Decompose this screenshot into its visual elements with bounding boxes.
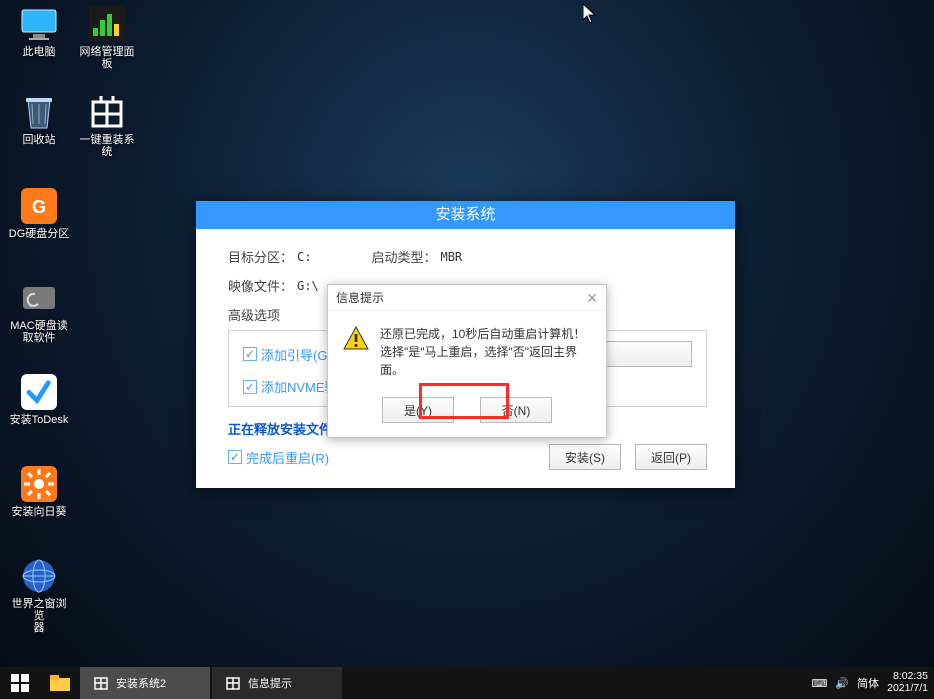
target-value: C: [297, 250, 311, 264]
icon-label: 世界之窗浏览 器 [8, 598, 70, 634]
taskbar-task-install[interactable]: 安装系统2 [80, 667, 210, 699]
globe-icon [19, 556, 59, 596]
desktop-icon-one-key[interactable]: 一键重装系统 [76, 92, 138, 158]
checkbox-restart-label: 完成后重启(R) [246, 448, 329, 467]
image-label: 映像文件： [228, 276, 293, 295]
hdd-icon [19, 278, 59, 318]
checkbox-add-boot[interactable]: ✓ [243, 347, 257, 361]
desktop-icon-this-pc[interactable]: 此电脑 [8, 4, 70, 58]
chart-icon [87, 4, 127, 44]
icon-label: 此电脑 [23, 46, 56, 58]
icon-label: 一键重装系统 [76, 134, 138, 158]
dialog-title: 信息提示 [336, 285, 384, 311]
image-value: G:\ [297, 279, 319, 293]
taskbar-pinned-explorer[interactable] [40, 667, 80, 699]
system-tray: ⌨ 🔊 简体 8:02:35 2021/7/1 [812, 671, 934, 694]
no-button[interactable]: 否(N) [480, 397, 552, 423]
warning-icon [342, 325, 370, 353]
task-label: 信息提示 [248, 675, 292, 691]
desktop-icon-recycle-bin[interactable]: 回收站 [8, 92, 70, 146]
checkbox-nvme[interactable]: ✓ [243, 380, 257, 394]
svg-text:G: G [32, 197, 46, 217]
icon-label: 回收站 [23, 134, 56, 146]
clock[interactable]: 8:02:35 2021/7/1 [887, 671, 928, 694]
target-label: 目标分区： [228, 247, 293, 266]
ime-keyboard-icon[interactable]: ⌨ [812, 677, 828, 690]
taskbar-task-dialog[interactable]: 信息提示 [212, 667, 342, 699]
volume-icon[interactable]: 🔊 [835, 677, 849, 690]
desktop-icon-mac-hd[interactable]: MAC硬盘读 取软件 [8, 278, 70, 344]
box-icon [87, 92, 127, 132]
yes-button[interactable]: 是(Y) [382, 397, 454, 423]
mouse-cursor [583, 4, 597, 29]
sunflower-icon [19, 464, 59, 504]
close-icon[interactable]: ✕ [586, 285, 598, 311]
task-label: 安装系统2 [116, 675, 166, 691]
monitor-icon [19, 4, 59, 44]
taskbar: 安装系统2 信息提示 ⌨ 🔊 简体 8:02:35 2021/7/1 [0, 667, 934, 699]
icon-label: 安装向日葵 [12, 506, 67, 518]
install-button[interactable]: 安装(S) [549, 444, 621, 470]
window-title: 安装系统 [196, 201, 735, 229]
back-button[interactable]: 返回(P) [635, 444, 707, 470]
icon-label: 安装ToDesk [10, 414, 69, 426]
dialog-line2: 选择"是"马上重启，选择"否"返回主界面。 [380, 343, 592, 379]
dg-icon: G [19, 186, 59, 226]
desktop-icon-todesk[interactable]: 安装ToDesk [8, 372, 70, 426]
icon-label: 网络管理面板 [76, 46, 138, 70]
start-button[interactable] [0, 667, 40, 699]
desktop-icon-sunflower[interactable]: 安装向日葵 [8, 464, 70, 518]
clock-date: 2021/7/1 [887, 683, 928, 695]
todesk-icon [19, 372, 59, 412]
desktop-icon-browser[interactable]: 世界之窗浏览 器 [8, 556, 70, 634]
icon-label: MAC硬盘读 取软件 [10, 320, 67, 344]
boot-value: MBR [440, 250, 462, 264]
checkbox-restart[interactable]: ✓ [228, 450, 242, 464]
boot-label: 启动类型： [371, 247, 436, 266]
box-icon [224, 674, 242, 692]
dialog-line1: 还原已完成，10秒后自动重启计算机！ [380, 325, 592, 343]
box-icon [92, 674, 110, 692]
icon-label: DG硬盘分区 [9, 228, 70, 240]
desktop-icon-dg[interactable]: G DG硬盘分区 [8, 186, 70, 240]
ime-lang[interactable]: 简体 [857, 675, 879, 691]
desktop-icon-net-panel[interactable]: 网络管理面板 [76, 4, 138, 70]
trash-icon [19, 92, 59, 132]
info-dialog: 信息提示 ✕ 还原已完成，10秒后自动重启计算机！ 选择"是"马上重启，选择"否… [327, 284, 607, 438]
checkbox-add-boot-label: 添加引导(G): [261, 345, 335, 364]
dialog-message: 还原已完成，10秒后自动重启计算机！ 选择"是"马上重启，选择"否"返回主界面。 [380, 325, 592, 379]
